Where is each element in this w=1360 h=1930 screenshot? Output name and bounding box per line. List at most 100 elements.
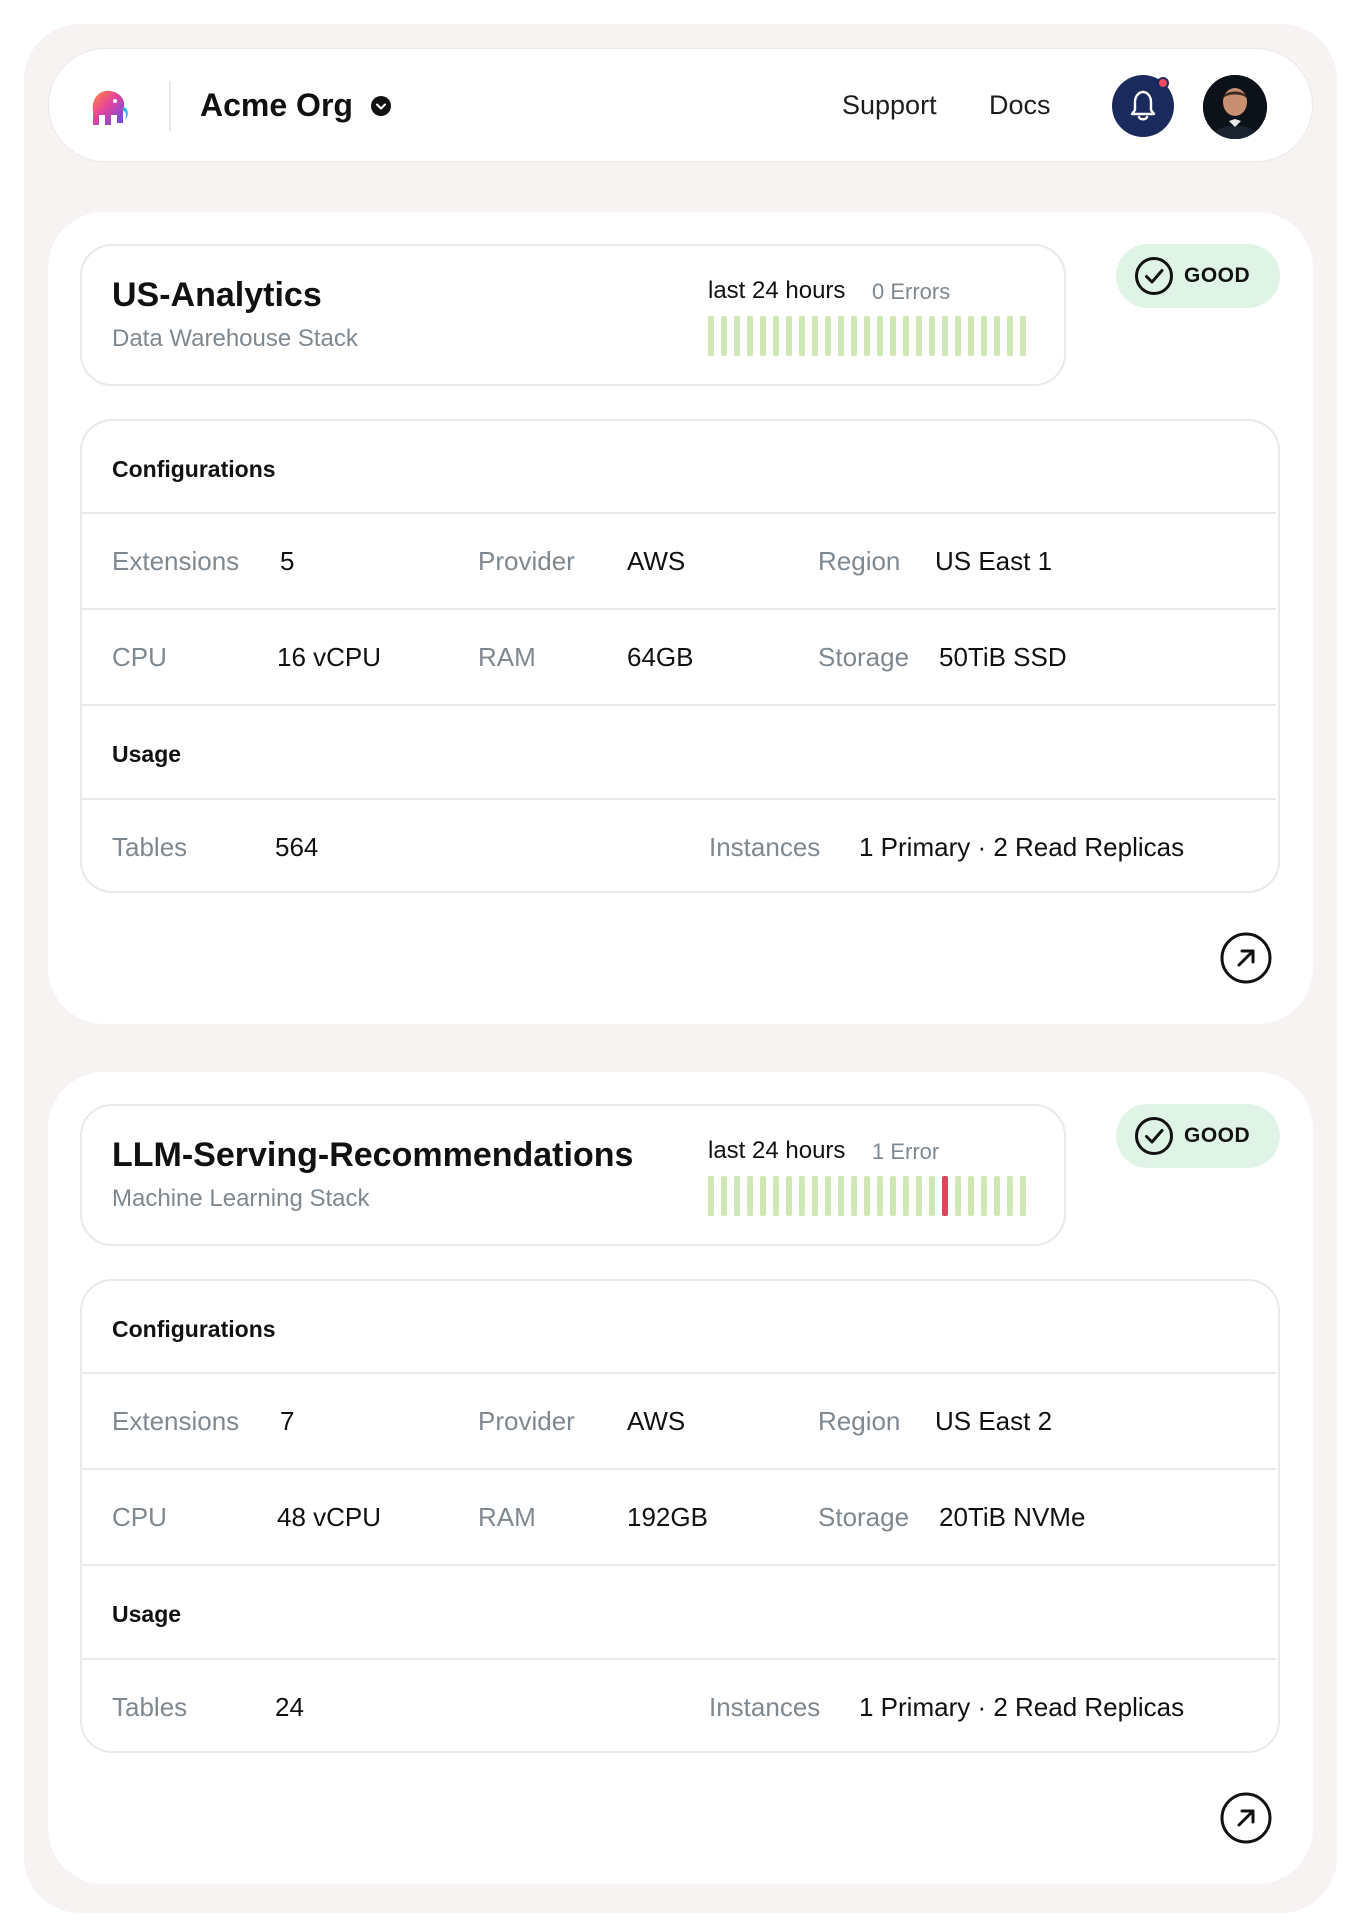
extensions-label: Extensions xyxy=(112,1406,240,1436)
uptime-bar xyxy=(773,1176,779,1216)
cpu-value: 16 vCPU xyxy=(277,642,382,672)
ram-value: 192GB xyxy=(627,1502,708,1532)
service-card: LLM-Serving-Recommendations Machine Lear… xyxy=(48,1072,1313,1884)
divider xyxy=(82,1564,1276,1566)
user-avatar[interactable] xyxy=(1203,75,1267,139)
uptime-bar xyxy=(890,1176,896,1216)
region-value: US East 2 xyxy=(935,1406,1053,1436)
region-label: Region xyxy=(818,1406,901,1436)
uptime-bar xyxy=(747,316,753,356)
uptime-bar xyxy=(825,1176,831,1216)
uptime-bar xyxy=(929,316,935,356)
divider xyxy=(82,512,1276,514)
uptime-bar xyxy=(916,316,922,356)
uptime-bar xyxy=(903,1176,909,1216)
ram-label: RAM xyxy=(478,642,536,672)
service-name[interactable]: LLM-Serving-Recommendations xyxy=(112,1134,633,1176)
elephant-logo-icon[interactable] xyxy=(85,85,131,129)
instances-label: Instances xyxy=(709,832,821,862)
time-range-label: last 24 hours xyxy=(708,1137,846,1164)
instances-label: Instances xyxy=(709,1692,821,1722)
usage-heading: Usage xyxy=(112,741,182,767)
notification-dot xyxy=(1157,77,1169,89)
service-subtitle: Data Warehouse Stack xyxy=(112,325,358,352)
uptime-bar xyxy=(773,316,779,356)
uptime-bar xyxy=(929,1176,935,1216)
uptime-bar xyxy=(799,1176,805,1216)
chevron-down-icon[interactable] xyxy=(371,96,391,116)
divider xyxy=(82,1468,1276,1470)
uptime-bar xyxy=(812,1176,818,1216)
uptime-bar xyxy=(760,1176,766,1216)
uptime-bar xyxy=(968,1176,974,1216)
status-badge: GOOD xyxy=(1116,244,1280,308)
status-text: GOOD xyxy=(1184,1124,1251,1147)
uptime-bar xyxy=(734,1176,740,1216)
uptime-bar xyxy=(786,1176,792,1216)
service-summary: US-Analytics Data Warehouse Stack last 2… xyxy=(80,244,1066,386)
top-header: Acme Org Support Docs xyxy=(48,48,1313,162)
ram-value: 64GB xyxy=(627,642,694,672)
divider xyxy=(82,798,1276,800)
extensions-value: 5 xyxy=(280,546,295,576)
uptime-bar xyxy=(838,1176,844,1216)
check-circle-icon xyxy=(1135,1117,1173,1155)
uptime-bar xyxy=(1007,1176,1013,1216)
org-name[interactable]: Acme Org xyxy=(200,85,353,125)
cpu-label: CPU xyxy=(112,642,167,672)
instances-value: 1 Primary · 2 Read Replicas xyxy=(859,1692,1185,1722)
extensions-value: 7 xyxy=(280,1406,295,1436)
divider xyxy=(82,1372,1276,1374)
uptime-bar xyxy=(981,316,987,356)
uptime-bar xyxy=(877,1176,883,1216)
uptime-bar xyxy=(968,316,974,356)
status-badge: GOOD xyxy=(1116,1104,1280,1168)
open-service-button[interactable] xyxy=(1220,932,1272,984)
configurations-heading: Configurations xyxy=(112,456,276,482)
tables-value: 564 xyxy=(275,832,319,862)
storage-value: 20TiB NVMe xyxy=(939,1502,1086,1532)
uptime-bar xyxy=(851,1176,857,1216)
uptime-bars xyxy=(708,1176,1038,1216)
instances-value: 1 Primary · 2 Read Replicas xyxy=(859,832,1185,862)
uptime-bar xyxy=(1020,1176,1026,1216)
ram-label: RAM xyxy=(478,1502,536,1532)
nav-support-link[interactable]: Support xyxy=(842,87,937,123)
divider xyxy=(82,1658,1276,1660)
nav-docs-link[interactable]: Docs xyxy=(989,87,1051,123)
uptime-bar xyxy=(864,1176,870,1216)
error-count: 0 Errors xyxy=(872,279,951,304)
uptime-bars xyxy=(708,316,1038,356)
tables-value: 24 xyxy=(275,1692,304,1722)
service-card: US-Analytics Data Warehouse Stack last 2… xyxy=(48,212,1313,1024)
service-details: Configurations Extensions 7 Provider AWS… xyxy=(80,1279,1280,1753)
uptime-bar xyxy=(903,316,909,356)
uptime-bar xyxy=(981,1176,987,1216)
storage-label: Storage xyxy=(818,1502,910,1532)
uptime-bar xyxy=(708,316,714,356)
storage-label: Storage xyxy=(818,642,910,672)
cpu-value: 48 vCPU xyxy=(277,1502,382,1532)
storage-value: 50TiB SSD xyxy=(939,642,1067,672)
uptime-bar xyxy=(734,316,740,356)
provider-label: Provider xyxy=(478,1406,575,1436)
uptime-bar xyxy=(851,316,857,356)
error-count: 1 Error xyxy=(872,1139,940,1164)
divider xyxy=(82,704,1276,706)
uptime-bar xyxy=(1020,316,1026,356)
uptime-bar xyxy=(955,316,961,356)
uptime-bar xyxy=(747,1176,753,1216)
region-value: US East 1 xyxy=(935,546,1053,576)
avatar-icon xyxy=(1203,75,1267,139)
uptime-bar xyxy=(825,316,831,356)
extensions-label: Extensions xyxy=(112,546,240,576)
usage-heading: Usage xyxy=(112,1601,182,1627)
service-details: Configurations Extensions 5 Provider AWS… xyxy=(80,419,1280,893)
open-service-button[interactable] xyxy=(1220,1792,1272,1844)
service-name[interactable]: US-Analytics xyxy=(112,274,322,316)
uptime-bar xyxy=(942,316,948,356)
check-circle-icon xyxy=(1135,257,1173,295)
uptime-bar xyxy=(916,1176,922,1216)
service-subtitle: Machine Learning Stack xyxy=(112,1185,370,1212)
uptime-bar xyxy=(1007,316,1013,356)
